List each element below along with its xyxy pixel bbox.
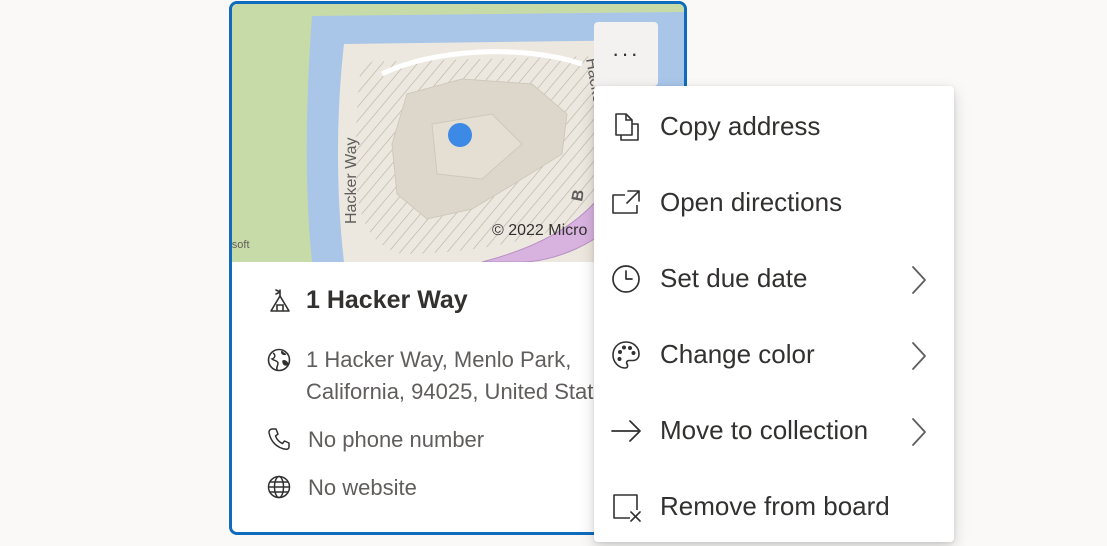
clock-icon <box>612 265 640 293</box>
location-pin-icon <box>448 123 472 147</box>
menu-label: Change color <box>660 339 815 369</box>
place-title: 1 Hacker Way <box>306 286 468 314</box>
arrow-right-icon <box>611 420 641 442</box>
title-row: 1 Hacker Way <box>266 286 468 315</box>
menu-label: Copy address <box>660 111 821 141</box>
copy-icon <box>615 113 639 141</box>
menu-label: Set due date <box>660 263 808 293</box>
remove-icon <box>613 494 641 522</box>
chevron-right-icon <box>912 266 926 294</box>
menu-label: Remove from board <box>660 491 890 521</box>
globe-pin-icon <box>267 348 291 372</box>
landmark-icon <box>270 288 290 312</box>
menu-item-set-due-date[interactable]: Set due date <box>594 240 954 316</box>
chevron-right-icon <box>912 418 926 446</box>
menu-label: Open directions <box>660 187 843 217</box>
palette-icon <box>612 341 640 369</box>
menu-item-move-to-collection[interactable]: Move to collection <box>594 392 954 468</box>
phone-icon <box>268 428 290 451</box>
globe-icon <box>267 475 291 499</box>
more-options-button[interactable]: ··· <box>594 22 658 86</box>
map-edge-text: rosoft <box>232 239 250 251</box>
menu-item-remove-from-board[interactable]: Remove from board <box>594 468 954 544</box>
phone-text: No phone number <box>308 427 485 452</box>
address-line-1: 1 Hacker Way, Menlo Park, <box>306 347 572 372</box>
map-copyright: © 2022 Micro <box>492 222 587 239</box>
menu-item-change-color[interactable]: Change color <box>594 316 954 392</box>
menu-label: Move to collection <box>660 415 869 445</box>
website-text: No website <box>308 475 417 500</box>
menu-item-open-directions[interactable]: Open directions <box>594 164 954 240</box>
address-text: 1 Hacker Way, Menlo Park, California, 94… <box>306 344 617 408</box>
menu-item-copy-address[interactable]: Copy address <box>594 88 954 164</box>
street-label-left: Hacker Way <box>343 137 360 224</box>
website-row: No website <box>266 472 417 504</box>
chevron-right-icon <box>912 342 926 370</box>
address-line-2: California, 94025, United States <box>306 379 617 404</box>
context-menu: Copy address Open directions Set due dat… <box>594 86 954 542</box>
open-external-icon <box>612 190 640 214</box>
phone-row: No phone number <box>266 424 484 456</box>
address-row: 1 Hacker Way, Menlo Park, California, 94… <box>266 344 617 408</box>
